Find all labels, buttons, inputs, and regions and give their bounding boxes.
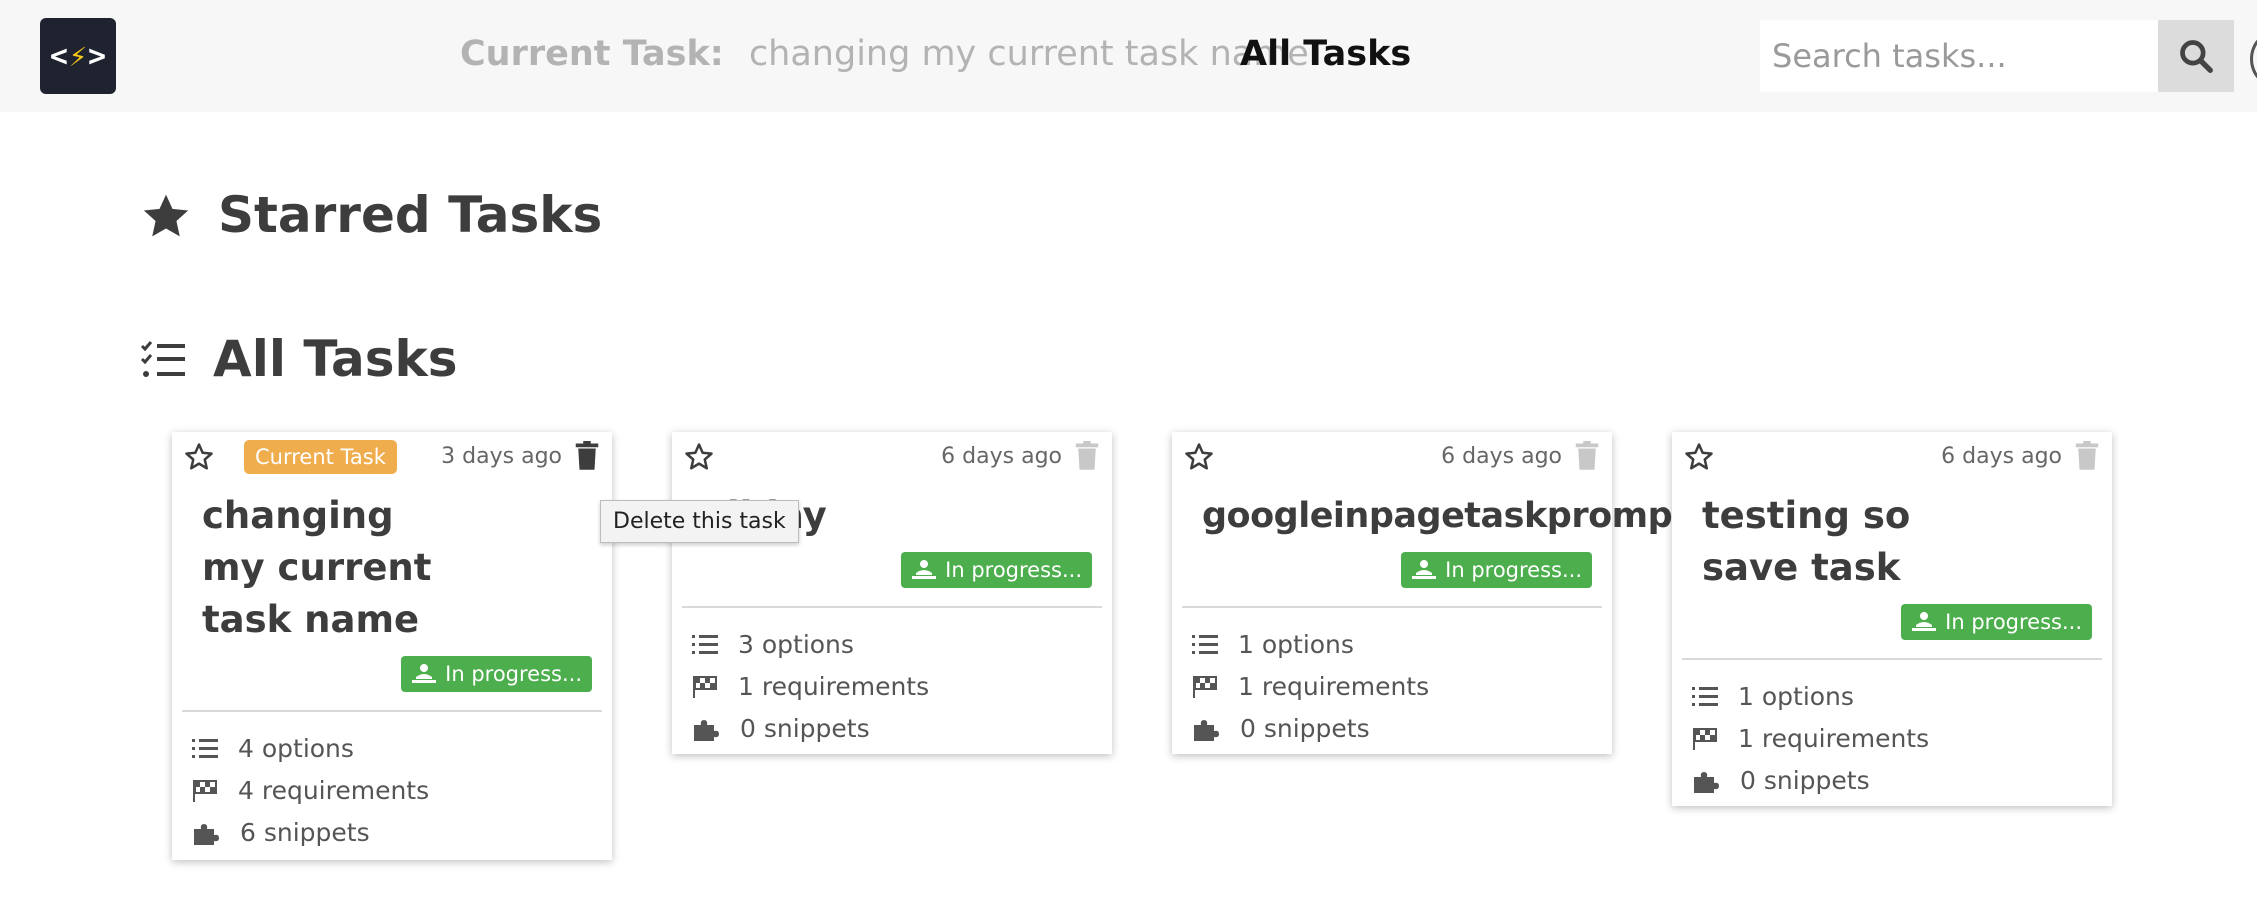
nav-all-tasks-link[interactable]: All Tasks [1240,34,1411,74]
current-task-link[interactable]: Current Task: changing my current task n… [460,34,1309,74]
status-label: In progress... [1945,610,2082,634]
options-text: 3 options [738,630,854,659]
checkered-flag-icon [1193,675,1217,698]
current-task-label: Current Task: [460,34,724,74]
worker-icon [1912,612,1937,631]
requirements-count: 1 requirements [1692,724,1929,753]
options-count: 1 options [1192,630,1354,659]
search-input[interactable] [1760,20,2158,92]
options-text: 4 options [238,734,354,763]
logo-left-bracket: < [49,38,68,74]
trash-icon[interactable] [1074,441,1100,471]
requirements-text: 4 requirements [238,776,430,805]
task-time: 3 days ago [441,444,562,469]
list-icon [192,738,218,758]
logo-right-bracket: > [88,38,107,74]
status-badge: In progress... [401,656,592,692]
worker-icon [912,560,937,579]
checkered-flag-icon [693,675,717,698]
logo-bolt-icon: ⚡ [68,38,88,74]
current-task-badge: Current Task [244,440,397,474]
list-icon [1692,686,1718,706]
card-divider [1182,606,1602,608]
requirements-text: 1 requirements [1238,672,1430,701]
status-badge: In progress... [1901,604,2092,640]
trash-icon[interactable] [574,441,600,471]
requirements-count: 1 requirements [692,672,929,701]
top-navbar: < ⚡ > Current Task: changing my current … [0,0,2257,112]
checkered-flag-icon [193,779,217,802]
task-card[interactable]: 6 days ago testing so save task In progr… [1672,432,2112,806]
checkered-flag-icon [1693,727,1717,750]
trash-icon[interactable] [2074,441,2100,471]
status-label: In progress... [445,662,582,686]
card-divider [682,606,1102,608]
requirements-text: 1 requirements [1738,724,1930,753]
trash-icon[interactable] [1574,441,1600,471]
snippets-count: 0 snippets [1692,766,1870,795]
snippets-count: 0 snippets [692,714,870,743]
status-badge: In progress... [901,552,1092,588]
snippets-count: 0 snippets [1192,714,1370,743]
snippets-text: 0 snippets [1740,766,1870,795]
card-divider [182,710,602,712]
star-outline-icon[interactable] [684,442,714,472]
app-logo[interactable]: < ⚡ > [40,18,116,94]
options-count: 3 options [692,630,854,659]
task-card[interactable]: Current Task 3 days ago changing my curr… [172,432,612,860]
status-label: In progress... [945,558,1082,582]
task-title[interactable]: testing so save task [1702,490,2002,594]
star-outline-icon[interactable] [184,442,214,472]
options-text: 1 options [1738,682,1854,711]
task-time: 6 days ago [941,444,1062,469]
status-badge: In progress... [1401,552,1592,588]
snippets-count: 6 snippets [192,818,370,847]
task-title[interactable]: googleinpagetaskprompt [1202,490,1689,542]
snippets-text: 0 snippets [740,714,870,743]
star-filled-icon [143,194,189,237]
list-icon [1192,634,1218,654]
starred-tasks-heading: Starred Tasks [218,186,603,244]
task-list-icon [140,341,185,377]
puzzle-piece-icon [694,719,719,741]
options-count: 4 options [192,734,354,763]
requirements-count: 1 requirements [1192,672,1429,701]
task-card[interactable]: 6 days ago googleinpagetaskprompt In pro… [1172,432,1689,754]
task-card[interactable]: 6 days ago allday In progress... 3 optio… [672,432,1112,754]
star-outline-icon[interactable] [1684,442,1714,472]
delete-task-tooltip: Delete this task [600,500,799,543]
current-task-name: changing my current task name [748,34,1309,74]
worker-icon [1412,560,1437,579]
puzzle-piece-icon [1694,771,1719,793]
snippets-text: 6 snippets [240,818,370,847]
task-title[interactable]: changing my current task name [202,490,462,646]
task-time: 6 days ago [1941,444,2062,469]
star-outline-icon[interactable] [1184,442,1214,472]
options-text: 1 options [1238,630,1354,659]
requirements-count: 4 requirements [192,776,429,805]
puzzle-piece-icon [194,823,219,845]
search-icon [2180,40,2213,73]
list-icon [692,634,718,654]
requirements-text: 1 requirements [738,672,930,701]
puzzle-piece-icon [1194,719,1219,741]
options-count: 1 options [1692,682,1854,711]
snippets-text: 0 snippets [1240,714,1370,743]
avatar[interactable] [2250,32,2257,86]
status-label: In progress... [1445,558,1582,582]
all-tasks-heading: All Tasks [213,330,458,388]
task-time: 6 days ago [1441,444,1562,469]
search-button[interactable] [2158,20,2234,92]
worker-icon [412,664,437,683]
card-divider [1682,658,2102,660]
